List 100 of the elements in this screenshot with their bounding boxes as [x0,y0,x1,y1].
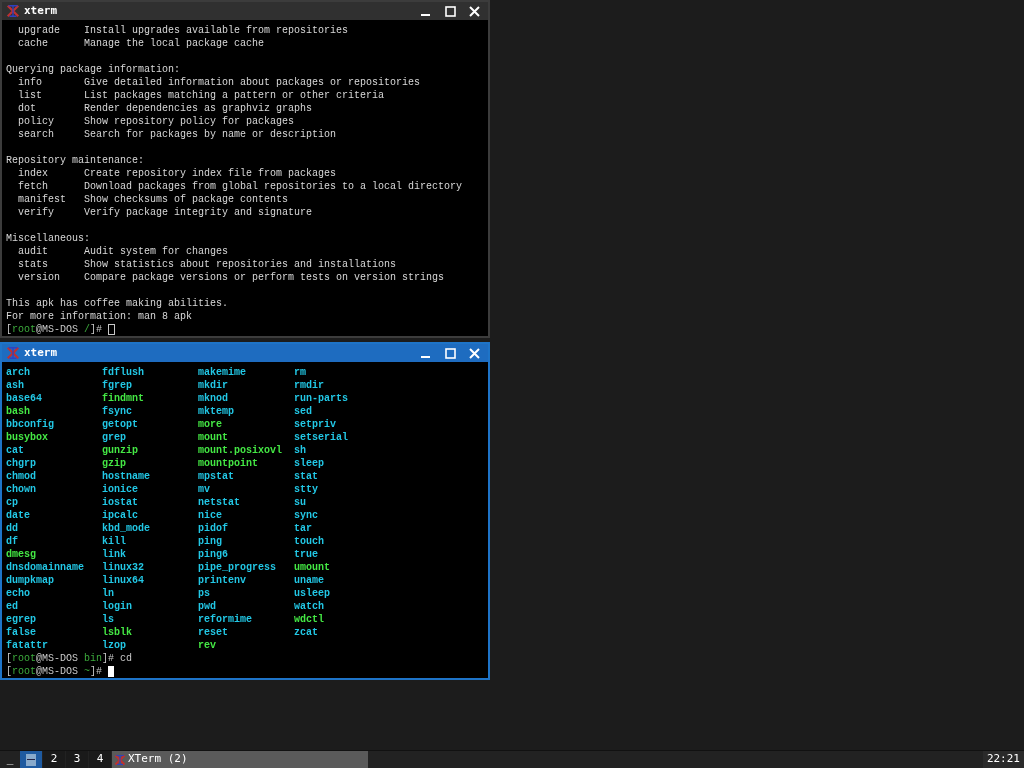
workspace-button[interactable]: 3 [66,751,88,768]
file-name: ls [102,613,114,626]
file-name: ln [102,587,114,600]
file-name: pidof [198,522,228,535]
file-name: ed [6,600,18,613]
xterm-icon [114,753,126,766]
command-description: Manage the local package cache [84,37,265,50]
xterm-icon [6,4,20,18]
file-name: linux64 [102,574,144,587]
clock: 22:21 [982,751,1024,768]
command-description: Download packages from global repositories to a local directory [84,180,463,193]
prompt-line: [root@MS-DOS ~]# [6,665,104,678]
file-name: cat [6,444,24,457]
file-name: makemime [198,366,246,379]
file-name: chgrp [6,457,36,470]
file-name: ipcalc [102,509,138,522]
command-description: Show checksums of package contents [84,193,289,206]
file-name: dnsdomainname [6,561,84,574]
window-title: xterm [24,2,58,19]
command-name: verify [17,206,55,219]
file-name: ping6 [198,548,228,561]
close-icon[interactable] [469,5,480,17]
file-name: usleep [294,587,330,600]
file-name: login [102,600,132,613]
file-name: more [198,418,222,431]
file-name: getopt [102,418,138,431]
file-name: cp [6,496,18,509]
file-name: fsync [102,405,132,418]
command-description: Show statistics about repositories and installations [84,258,397,271]
file-name: base64 [6,392,42,405]
file-name: wdctl [294,613,324,626]
command-description: Give detailed information about packages or repositories [84,76,421,89]
file-name: stat [294,470,318,483]
command-name: index [17,167,49,180]
file-name: mktemp [198,405,234,418]
window-icon [26,753,36,766]
file-name: linux32 [102,561,144,574]
command-description: Search for packages by name or description [84,128,337,141]
file-name: fgrep [102,379,132,392]
file-name: fatattr [6,639,48,652]
file-name: stty [294,483,318,496]
file-name: dd [6,522,18,535]
file-name: run-parts [294,392,348,405]
file-name: ps [198,587,210,600]
file-name: busybox [6,431,48,444]
file-name: hostname [102,470,150,483]
command-description: Show repository policy for packages [84,115,295,128]
file-name: reset [198,626,228,639]
file-name: mount.posixovl [198,444,282,457]
output-line: For more information: man 8 apk [6,311,193,322]
output-line: This apk has coffee making abilities. [6,298,229,309]
file-name: ionice [102,483,138,496]
file-name: nice [198,509,222,522]
command-name: search [17,128,55,141]
xterm-icon [6,346,20,360]
file-name: sync [294,509,318,522]
file-name: dumpkmap [6,574,54,587]
maximize-icon[interactable] [445,5,456,17]
file-name: link [102,548,126,561]
file-name: mpstat [198,470,234,483]
file-name: true [294,548,318,561]
file-name: sed [294,405,312,418]
file-name: chown [6,483,36,496]
file-name: printenv [198,574,246,587]
file-name: uname [294,574,324,587]
file-name: fdflush [102,366,144,379]
command-name: manifest [17,193,67,206]
file-name: setpriv [294,418,336,431]
file-name: touch [294,535,324,548]
file-name: egrep [6,613,36,626]
file-name: gzip [102,457,126,470]
command-name: dot [17,102,37,115]
file-name: mknod [198,392,228,405]
workspace-button[interactable]: 2 [43,751,65,768]
file-name: mount [198,431,228,444]
show-desktop-button[interactable]: _ [0,751,20,768]
file-name: mkdir [198,379,228,392]
command-name: list [17,89,43,102]
file-name: netstat [198,496,240,509]
command-description: Create repository index file from packages [84,167,337,180]
workspace-button[interactable] [20,751,42,768]
file-name: bbconfig [6,418,54,431]
prompt-line: [root@MS-DOS bin]# cd [6,652,133,665]
file-name: gunzip [102,444,138,457]
file-name: bash [6,405,30,418]
output-line: Miscellaneous: [6,233,90,244]
file-name: ash [6,379,24,392]
file-name: umount [294,561,330,574]
workspace-button[interactable]: 4 [89,751,111,768]
file-name: findmnt [102,392,144,405]
file-name: rev [198,639,216,652]
command-name: version [17,271,61,284]
file-name: chmod [6,470,36,483]
output-line: Querying package information: [6,64,181,75]
file-name: pwd [198,600,216,613]
command-description: Render dependencies as graphviz graphs [84,102,313,115]
command-name: policy [17,115,55,128]
file-name: reformime [198,613,252,626]
command-description: Install upgrades available from repositories [84,24,349,37]
task-button[interactable]: XTerm (2) [112,751,368,768]
